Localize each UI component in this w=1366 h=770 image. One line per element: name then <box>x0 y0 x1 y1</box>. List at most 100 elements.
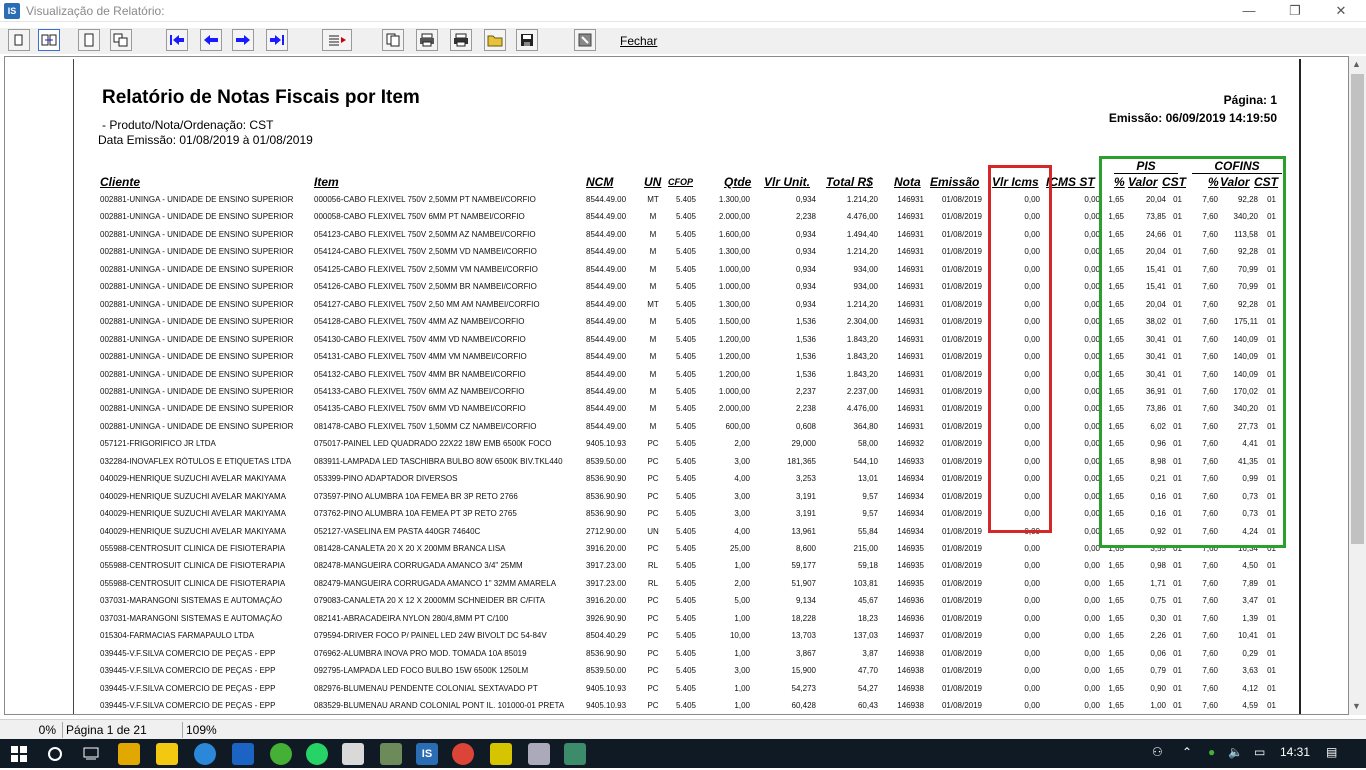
cell-nota: 146933 <box>897 456 924 466</box>
cell-un: MT <box>647 299 659 309</box>
page-width-button[interactable] <box>78 29 100 51</box>
cell-emissao: 01/08/2019 <box>941 596 982 606</box>
cell-pis-valor: 8,98 <box>1150 456 1166 466</box>
cell-pis-pct: 1,65 <box>1108 334 1124 344</box>
is-app-icon[interactable]: IS <box>416 743 438 765</box>
cell-icmsst: 0,00 <box>1084 404 1100 414</box>
column-header-cliente: Cliente <box>100 175 141 189</box>
cell-cof-valor: 140,09 <box>1233 369 1258 379</box>
chevron-up-icon[interactable]: ⌃ <box>1182 745 1192 759</box>
export-button[interactable] <box>574 29 596 51</box>
cell-cliente: 002881-UNINGA - UNIDADE DE ENSINO SUPERI… <box>100 195 294 204</box>
cell-pis-valor: 6,02 <box>1150 421 1166 431</box>
cell-cof-cst: 01 <box>1267 456 1276 466</box>
one-page-button[interactable] <box>8 29 30 51</box>
cell-item: 054127-CABO FLEXIVEL 750V 2,50 MM AM NAM… <box>314 299 540 309</box>
cell-item: 000058-CABO FLEXIVEL 750V 6MM PT NAMBEI/… <box>314 212 525 222</box>
scroll-down-icon[interactable]: ▼ <box>1352 701 1361 711</box>
network-icon[interactable]: ▭ <box>1254 745 1265 759</box>
column-header-icmsst: ICMS ST <box>1046 175 1095 189</box>
file-explorer-icon[interactable] <box>118 743 140 765</box>
cell-vunit: 3,867 <box>795 648 816 658</box>
cell-vicms: 0,00 <box>1024 386 1040 396</box>
volume-icon[interactable]: 🔈 <box>1228 745 1243 759</box>
search-icon[interactable] <box>44 743 66 765</box>
sticky-notes-icon[interactable] <box>156 743 178 765</box>
close-button[interactable]: ✕ <box>1318 0 1364 22</box>
prev-page-button[interactable] <box>200 29 222 51</box>
save-button[interactable] <box>516 29 538 51</box>
column-header-nota: Nota <box>894 175 921 189</box>
people-icon[interactable]: ⚇ <box>1152 745 1163 759</box>
minimize-button[interactable]: — <box>1226 0 1272 22</box>
whatsapp-icon[interactable] <box>306 743 328 765</box>
close-report-button[interactable]: Fechar <box>620 34 657 48</box>
cell-pis-valor: 0,06 <box>1150 648 1166 658</box>
tray-app-icon[interactable]: ● <box>1208 745 1215 759</box>
status-scale: 109% <box>182 722 262 738</box>
table-row: 055988-CENTROSUIT CLINICA DE FISIOTERAPI… <box>74 557 1302 574</box>
print-setup-button[interactable] <box>416 29 438 51</box>
task-view-icon[interactable] <box>80 743 102 765</box>
notifications-icon[interactable]: ▤ <box>1326 745 1337 759</box>
cell-un: PC <box>647 648 659 658</box>
cell-vicms: 0,00 <box>1024 229 1040 239</box>
maximize-button[interactable]: ❐ <box>1272 0 1318 22</box>
cell-cof-cst: 01 <box>1267 491 1276 501</box>
cell-pis-pct: 1,65 <box>1108 474 1124 484</box>
cell-pis-cst: 01 <box>1173 701 1182 711</box>
cell-pis-valor: 0,98 <box>1150 561 1166 571</box>
table-row: 039445-V.F.SILVA COMERCIO DE PEÇAS - EPP… <box>74 680 1302 697</box>
excel-tool-icon[interactable] <box>564 743 586 765</box>
settings-app-icon[interactable] <box>380 743 402 765</box>
cell-cof-cst: 01 <box>1267 299 1276 309</box>
two-pages-icon <box>41 34 57 46</box>
open-button[interactable] <box>484 29 506 51</box>
cell-vunit: 18,228 <box>791 613 816 623</box>
cell-cof-valor: 0,99 <box>1242 474 1258 484</box>
winrar-icon[interactable] <box>490 743 512 765</box>
cell-emissao: 01/08/2019 <box>941 648 982 658</box>
network-tool-icon[interactable] <box>528 743 550 765</box>
cell-cliente: 040029-HENRIQUE SUZUCHI AVELAR MAKIYAMA <box>100 491 286 501</box>
cell-pis-cst: 01 <box>1173 683 1182 693</box>
cell-ncm: 8544.49.00 <box>586 195 627 204</box>
cell-cof-cst: 01 <box>1267 317 1276 327</box>
wordpad-icon[interactable] <box>342 743 364 765</box>
cell-cof-pct: 7,60 <box>1202 212 1218 222</box>
first-page-button[interactable] <box>166 29 188 51</box>
scroll-up-icon[interactable]: ▲ <box>1352 59 1361 69</box>
goto-page-button[interactable] <box>322 29 352 51</box>
cell-pis-cst: 01 <box>1173 264 1182 274</box>
teamviewer-icon[interactable] <box>194 743 216 765</box>
cell-ncm: 8544.49.00 <box>586 334 627 344</box>
cell-pis-cst: 01 <box>1173 386 1182 396</box>
chat-app-icon[interactable] <box>270 743 292 765</box>
cell-icmsst: 0,00 <box>1084 439 1100 449</box>
cell-vicms: 0,00 <box>1024 666 1040 676</box>
cell-item: 081478-CABO FLEXIVEL 750V 1,50MM CZ NAMB… <box>314 421 537 431</box>
multi-page-button[interactable] <box>110 29 132 51</box>
cell-total: 9,57 <box>862 509 878 519</box>
cell-icmsst: 0,00 <box>1084 491 1100 501</box>
copy-button[interactable] <box>382 29 404 51</box>
cell-total: 47,70 <box>857 666 878 676</box>
cell-un: M <box>649 421 657 431</box>
cell-cof-cst: 01 <box>1267 282 1276 292</box>
cell-cof-valor: 4,50 <box>1242 561 1258 571</box>
clock[interactable]: 14:31 <box>1280 745 1310 759</box>
cell-qtde: 10,00 <box>729 631 750 641</box>
next-page-button[interactable] <box>232 29 254 51</box>
two-pages-button[interactable] <box>38 29 60 51</box>
print-button[interactable] <box>450 29 472 51</box>
chrome-icon[interactable] <box>452 743 474 765</box>
cell-pis-pct: 1,65 <box>1108 491 1124 501</box>
last-page-button[interactable] <box>266 29 288 51</box>
vertical-scrollbar[interactable]: ▲ ▼ <box>1349 56 1366 715</box>
cell-cof-pct: 7,60 <box>1202 386 1218 396</box>
scrollbar-thumb[interactable] <box>1351 74 1364 544</box>
outlook-icon[interactable] <box>232 743 254 765</box>
cell-cfop: 5.405 <box>675 317 696 327</box>
report-page: Relatório de Notas Fiscais por Item - Pr… <box>73 59 1302 714</box>
windows-start-icon[interactable] <box>8 743 30 765</box>
